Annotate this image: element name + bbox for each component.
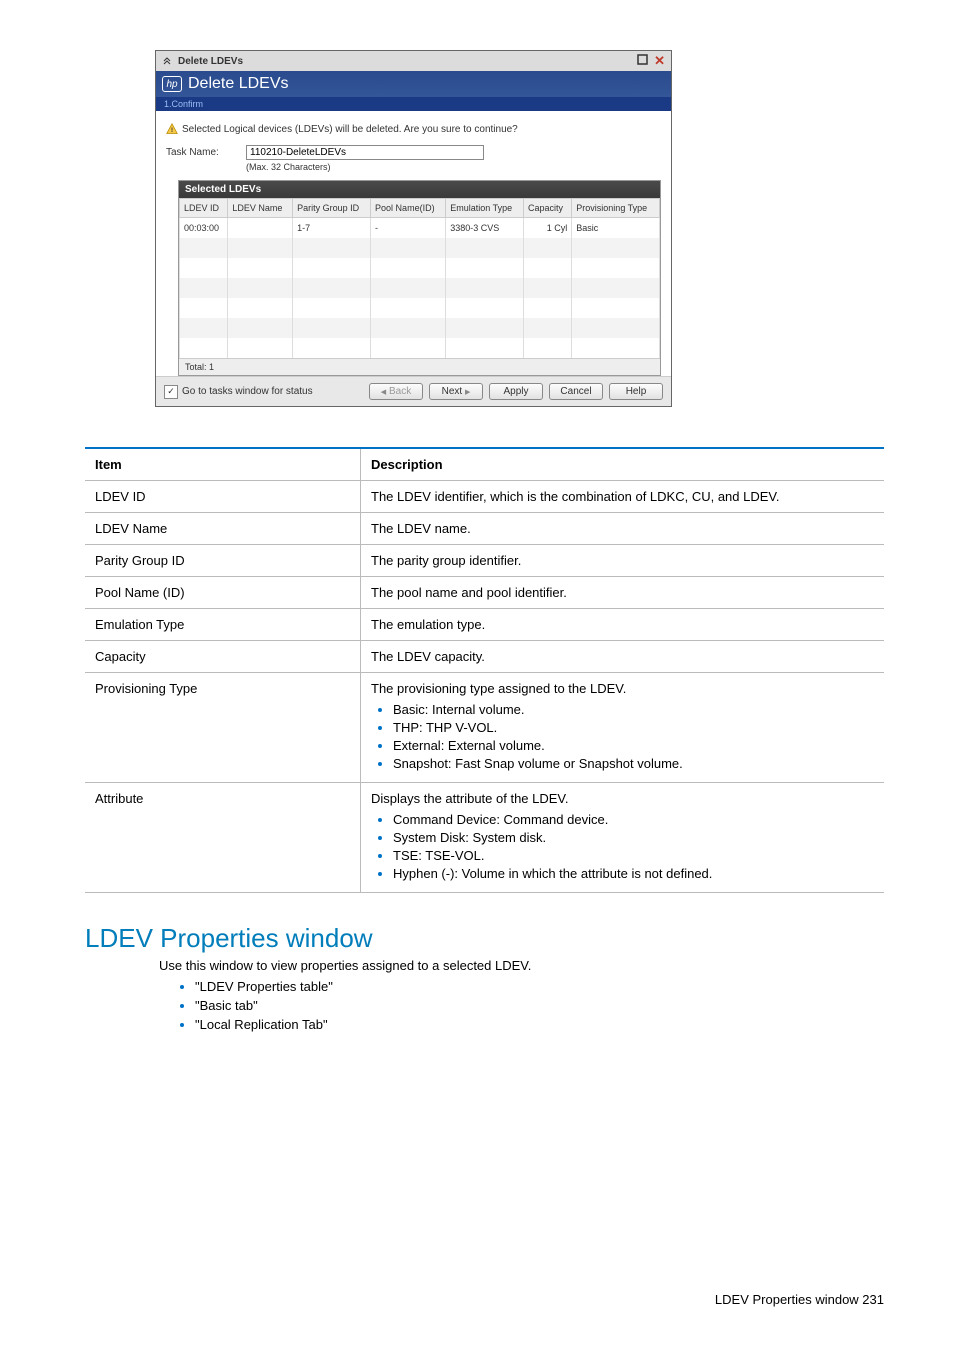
task-name-input[interactable]: [246, 145, 484, 160]
table-row: Provisioning Type The provisioning type …: [85, 673, 884, 783]
col-parity-group[interactable]: Parity Group ID: [293, 199, 371, 218]
back-button[interactable]: ◀ Back: [369, 383, 423, 400]
list-item: TSE: TSE-VOL.: [393, 848, 874, 863]
table-row: Emulation TypeThe emulation type.: [85, 609, 884, 641]
section-intro: Use this window to view properties assig…: [159, 958, 884, 973]
goto-tasks-checkbox[interactable]: ✓: [164, 385, 178, 399]
col-capacity[interactable]: Capacity: [524, 199, 572, 218]
collapse-icon[interactable]: [162, 55, 172, 68]
list-item: Snapshot: Fast Snap volume or Snapshot v…: [393, 756, 874, 771]
dialog-title: Delete LDEVs: [188, 75, 289, 93]
col-ldev-id[interactable]: LDEV ID: [180, 199, 228, 218]
warning-text: Selected Logical devices (LDEVs) will be…: [182, 124, 518, 135]
maximize-icon[interactable]: [637, 54, 648, 68]
selected-ldevs-table: LDEV ID LDEV Name Parity Group ID Pool N…: [179, 198, 660, 358]
task-name-label: Task Name:: [166, 145, 226, 158]
table-row: Parity Group IDThe parity group identifi…: [85, 545, 884, 577]
table-row: Attribute Displays the attribute of the …: [85, 783, 884, 893]
delete-ldevs-dialog: Delete LDEVs ✕ hp Delete LDEVs 1.Confirm…: [155, 50, 672, 407]
table-row: LDEV IDThe LDEV identifier, which is the…: [85, 481, 884, 513]
link-ldev-properties-table[interactable]: "LDEV Properties table": [195, 979, 333, 994]
dialog-body: ! Selected Logical devices (LDEVs) will …: [156, 111, 671, 172]
col-pool-name[interactable]: Pool Name(ID): [371, 199, 446, 218]
warning-icon: !: [166, 123, 178, 135]
desc-head-desc: Description: [361, 448, 885, 481]
list-item: Hyphen (-): Volume in which the attribut…: [393, 866, 874, 881]
list-item: "Local Replication Tab": [195, 1017, 884, 1032]
col-prov-type[interactable]: Provisioning Type: [572, 199, 660, 218]
selected-ldevs-panel: Selected LDEVs LDEV ID LDEV Name Parity …: [178, 180, 661, 376]
table-total: Total: 1: [179, 358, 660, 375]
hp-logo-icon: hp: [162, 76, 182, 92]
help-button[interactable]: Help: [609, 383, 663, 400]
page-footer: LDEV Properties window 231: [85, 1292, 884, 1307]
table-row: Pool Name (ID)The pool name and pool ide…: [85, 577, 884, 609]
titlebar: Delete LDEVs ✕: [156, 51, 671, 71]
section-title: LDEV Properties window: [85, 923, 884, 954]
list-item: External: External volume.: [393, 738, 874, 753]
cancel-button[interactable]: Cancel: [549, 383, 603, 400]
col-emulation[interactable]: Emulation Type: [446, 199, 524, 218]
apply-button[interactable]: Apply: [489, 383, 543, 400]
list-item: "LDEV Properties table": [195, 979, 884, 994]
col-ldev-name[interactable]: LDEV Name: [228, 199, 293, 218]
list-item: Basic: Internal volume.: [393, 702, 874, 717]
section-links: "LDEV Properties table" "Basic tab" "Loc…: [175, 979, 884, 1032]
link-local-replication-tab[interactable]: "Local Replication Tab": [195, 1017, 328, 1032]
desc-head-item: Item: [85, 448, 361, 481]
dialog-header: hp Delete LDEVs: [156, 71, 671, 97]
list-item: System Disk: System disk.: [393, 830, 874, 845]
goto-tasks-label: Go to tasks window for status: [182, 386, 313, 397]
selected-ldevs-title: Selected LDEVs: [179, 181, 660, 198]
list-item: Command Device: Command device.: [393, 812, 874, 827]
list-item: THP: THP V-VOL.: [393, 720, 874, 735]
table-row: CapacityThe LDEV capacity.: [85, 641, 884, 673]
window-title: Delete LDEVs: [178, 56, 631, 67]
list-item: "Basic tab": [195, 998, 884, 1013]
dialog-buttonbar: ✓ Go to tasks window for status ◀ Back N…: [156, 376, 671, 406]
svg-text:!: !: [171, 127, 173, 134]
wizard-step: 1.Confirm: [156, 97, 671, 111]
table-row: LDEV NameThe LDEV name.: [85, 513, 884, 545]
description-table: Item Description LDEV IDThe LDEV identif…: [85, 447, 884, 893]
close-icon[interactable]: ✕: [654, 53, 665, 69]
link-basic-tab[interactable]: "Basic tab": [195, 998, 258, 1013]
table-row[interactable]: 00:03:00 1-7 - 3380-3 CVS 1 Cyl Basic: [180, 218, 660, 239]
next-button[interactable]: Next ▶: [429, 383, 483, 400]
task-name-hint: (Max. 32 Characters): [246, 162, 484, 172]
